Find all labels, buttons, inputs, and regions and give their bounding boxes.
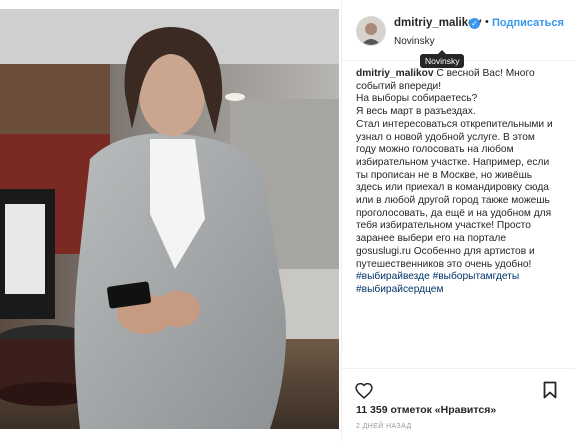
caption-line: или в любой другой город также можешь [356,195,550,207]
caption-line: Стал интересоваться открепительными и [356,118,553,130]
heart-icon[interactable] [355,382,373,404]
caption-line: избирательном участке. Например, если [356,156,550,168]
caption-line: узнал о новой удобной услуге. В этом [356,131,535,143]
post-timestamp: 2 ДНЕЙ НАЗАД [356,423,412,430]
caption-text: С весной Вас! Много [436,68,535,79]
avatar-image [357,17,385,45]
post-actions [342,368,575,409]
separator-dot: • [485,16,489,28]
post-photo-image [0,9,339,429]
hashtag-link[interactable]: #выбирайсердцем [356,284,570,297]
instagram-post-frame: dmitriy_malikov ✓ • Подписаться Novinsky… [0,0,575,441]
caption-line: ты прописан не в Москве, но живёшь [356,169,533,181]
caption-line: году можно голосовать на любом [356,144,514,156]
verified-badge-icon: ✓ [469,18,480,29]
caption-line: gosuslugi.ru Особенно для артистов и [356,245,535,257]
post-photo[interactable] [0,9,339,429]
caption-line: проголосовать, да ещё и на удобном для [356,207,552,219]
follow-button[interactable]: Подписаться [492,17,564,29]
caption-line: путешественников это очень удобно! [356,258,532,270]
post-header: dmitriy_malikov ✓ • Подписаться Novinsky… [342,0,575,68]
location-link[interactable]: Novinsky [394,36,435,47]
caption-line: заранее выбери его на портале [356,233,506,245]
caption-username[interactable]: dmitriy_malikov [356,68,434,79]
post-caption: dmitriy_malikov С весной Вас! Много собы… [356,68,570,297]
location-tooltip: Novinsky [420,50,465,68]
likes-count[interactable]: 11 359 отметок «Нравится» [356,404,496,416]
caption-line: Я весь март в разъездах. [356,106,476,118]
caption-line: dmitriy_malikov С весной Вас! Много [356,68,570,81]
post-sidebar: dmitriy_malikov ✓ • Подписаться Novinsky… [341,0,575,441]
caption-line: тебя избирательном участке! Просто [356,220,531,232]
caption-line: событий впереди! [356,80,442,92]
caption-line: здесь или приехал в командировку сюда [356,182,549,194]
avatar[interactable] [356,16,386,46]
caption-line: На выборы собираетесь? [356,93,478,105]
bookmark-icon[interactable] [543,381,557,404]
hashtag-links[interactable]: #выбирайвезде #выборытамгдеты [356,271,570,284]
